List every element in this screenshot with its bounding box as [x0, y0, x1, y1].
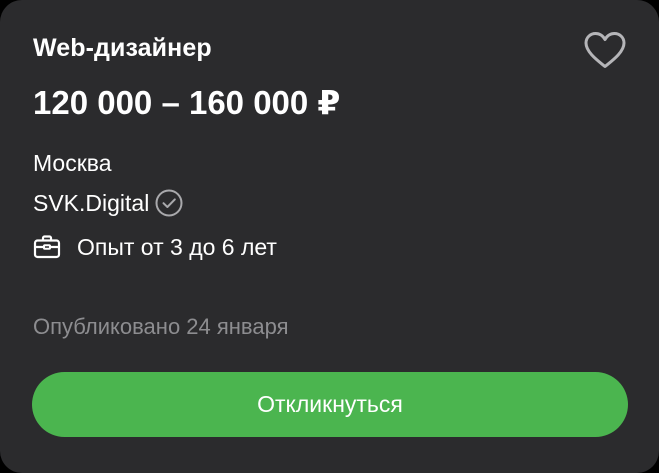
heart-icon[interactable] — [582, 30, 628, 70]
published-date: Опубликовано 24 января — [33, 314, 289, 339]
experience-text: Опыт от 3 до 6 лет — [77, 234, 277, 260]
apply-button[interactable]: Откликнуться — [32, 372, 628, 437]
check-circle-icon — [155, 189, 183, 217]
briefcase-icon — [33, 235, 61, 259]
vacancy-title[interactable]: Web-дизайнер — [33, 32, 212, 64]
city: Москва — [33, 150, 112, 176]
salary: 120 000 – 160 000 ₽ — [33, 84, 341, 121]
vacancy-card[interactable]: Web-дизайнер 120 000 – 160 000 ₽ Москва … — [0, 0, 659, 473]
company-row: SVK.Digital — [33, 187, 184, 219]
experience-row: Опыт от 3 до 6 лет — [33, 231, 277, 263]
company-name[interactable]: SVK.Digital — [33, 188, 149, 218]
